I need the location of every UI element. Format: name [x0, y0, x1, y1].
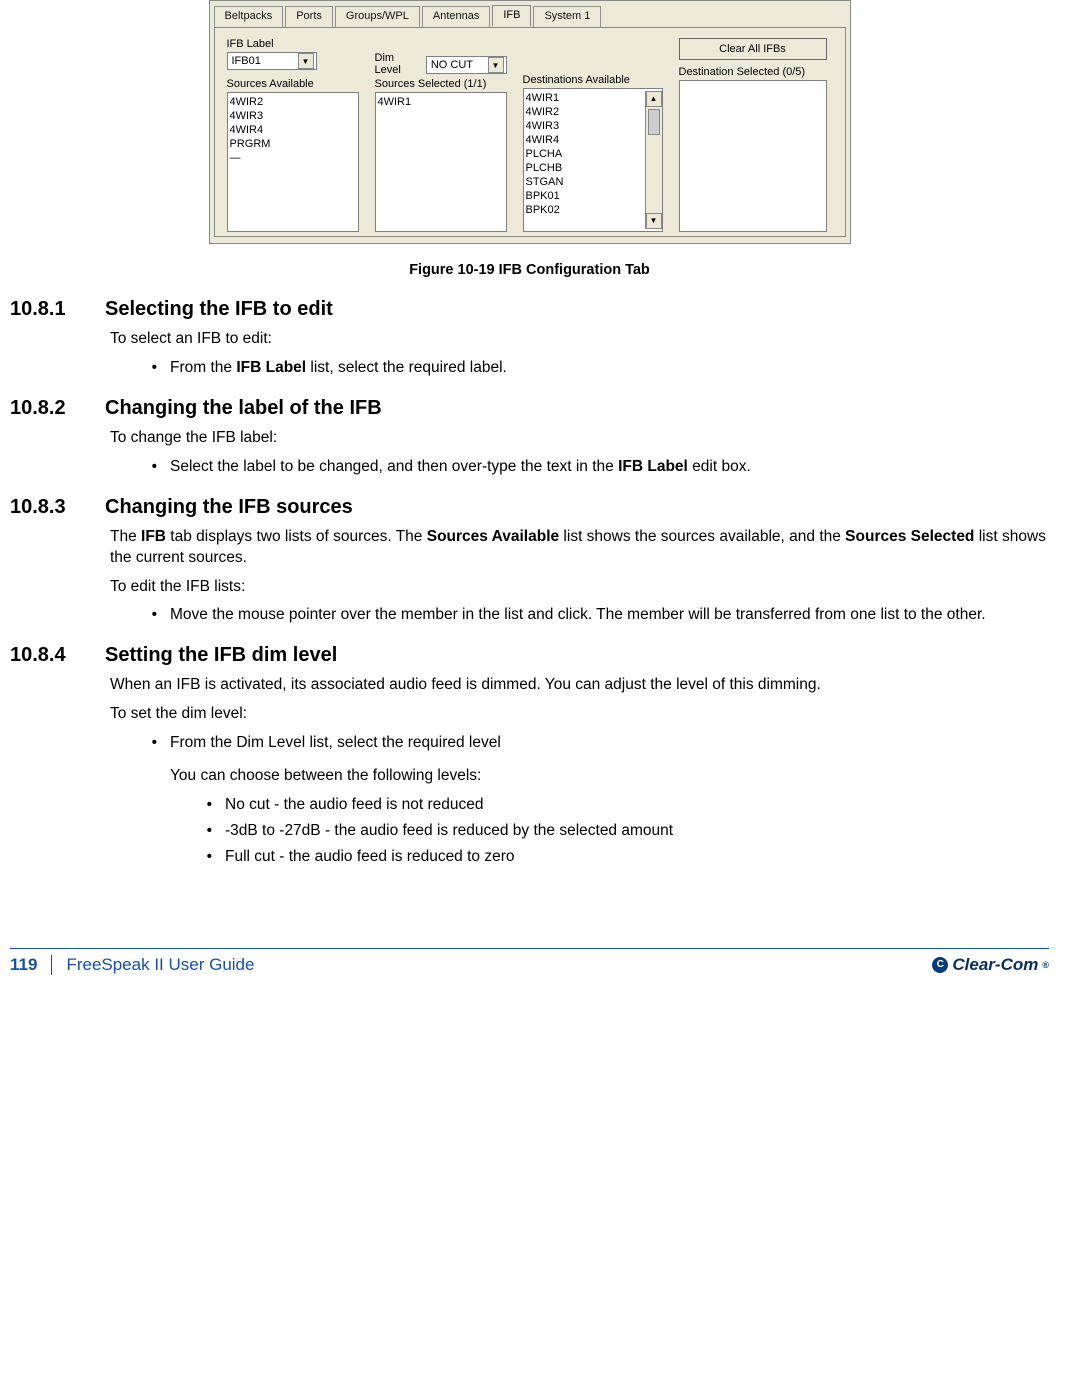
- tab-ifb[interactable]: IFB: [492, 5, 531, 27]
- list-item[interactable]: 4WIR2: [526, 105, 645, 119]
- tab-groups[interactable]: Groups/WPL: [335, 6, 420, 27]
- bullet-item: From the Dim Level list, select the requ…: [170, 733, 1049, 754]
- list-item[interactable]: PLCHA: [526, 147, 645, 161]
- chevron-down-icon[interactable]: ▼: [298, 53, 314, 69]
- section-number: 10.8.2: [10, 397, 105, 420]
- paragraph: When an IFB is activated, its associated…: [110, 675, 1049, 696]
- sources-available-list[interactable]: 4WIR2 4WIR3 4WIR4 PRGRM —: [227, 92, 359, 232]
- guide-title: FreeSpeak II User Guide: [66, 955, 254, 975]
- clear-all-ifbs-button[interactable]: Clear All IFBs: [679, 38, 827, 60]
- sources-selected-list[interactable]: 4WIR1: [375, 92, 507, 232]
- list-item[interactable]: 4WIR1: [526, 91, 645, 105]
- list-item[interactable]: STGAN: [526, 175, 645, 189]
- ifb-label-title: IFB Label: [227, 38, 359, 50]
- list-item[interactable]: BPK01: [526, 189, 645, 203]
- dim-level-value: NO CUT: [431, 59, 473, 71]
- chevron-down-icon[interactable]: ▼: [488, 57, 504, 73]
- scroll-up-icon[interactable]: ▲: [646, 91, 662, 107]
- ifb-label-value: IFB01: [232, 55, 261, 67]
- logo-icon: C: [932, 957, 948, 973]
- bullet-item: -3dB to -27dB - the audio feed is reduce…: [225, 821, 1049, 842]
- destinations-available-list[interactable]: 4WIR1 4WIR2 4WIR3 4WIR4 PLCHA PLCHB STGA…: [523, 88, 663, 232]
- list-item[interactable]: PLCHB: [526, 161, 645, 175]
- section-title: Setting the IFB dim level: [105, 644, 337, 667]
- ifb-config-dialog: Beltpacks Ports Groups/WPL Antennas IFB …: [209, 0, 851, 244]
- section-number: 10.8.1: [10, 298, 105, 321]
- bullet-item: From the IFB Label list, select the requ…: [170, 358, 1049, 379]
- section-number: 10.8.4: [10, 644, 105, 667]
- brand-logo: C Clear-Com®: [932, 955, 1049, 975]
- bullet-item: Full cut - the audio feed is reduced to …: [225, 847, 1049, 868]
- list-item[interactable]: 4WIR3: [230, 109, 356, 123]
- tab-system1[interactable]: System 1: [533, 6, 601, 27]
- destination-selected-list[interactable]: [679, 80, 827, 232]
- paragraph: To select an IFB to edit:: [110, 329, 1049, 350]
- section-title: Selecting the IFB to edit: [105, 298, 333, 321]
- tab-ports[interactable]: Ports: [285, 6, 333, 27]
- list-item[interactable]: —: [230, 151, 356, 165]
- dim-level-title: Dim Level: [375, 52, 418, 76]
- sources-selected-title: Sources Selected (1/1): [375, 78, 507, 90]
- bullet-item: Select the label to be changed, and then…: [170, 457, 1049, 478]
- paragraph: You can choose between the following lev…: [170, 766, 1049, 787]
- tab-antennas[interactable]: Antennas: [422, 6, 490, 27]
- tab-bar: Beltpacks Ports Groups/WPL Antennas IFB …: [210, 1, 850, 27]
- scroll-down-icon[interactable]: ▼: [646, 213, 662, 229]
- paragraph: To edit the IFB lists:: [110, 577, 1049, 598]
- list-item[interactable]: 4WIR4: [526, 133, 645, 147]
- destination-selected-title: Destination Selected (0/5): [679, 66, 827, 78]
- section-title: Changing the IFB sources: [105, 496, 353, 519]
- page-footer: 119 FreeSpeak II User Guide C Clear-Com®: [10, 948, 1049, 975]
- paragraph: To set the dim level:: [110, 704, 1049, 725]
- sources-available-title: Sources Available: [227, 78, 359, 90]
- list-item[interactable]: 4WIR2: [230, 95, 356, 109]
- ifb-label-combo[interactable]: IFB01 ▼: [227, 52, 317, 70]
- list-item[interactable]: BPK02: [526, 203, 645, 217]
- list-item[interactable]: 4WIR3: [526, 119, 645, 133]
- paragraph: The IFB tab displays two lists of source…: [110, 527, 1049, 569]
- scrollbar[interactable]: ▲ ▼: [645, 91, 662, 229]
- scroll-thumb[interactable]: [648, 109, 660, 135]
- list-item[interactable]: 4WIR4: [230, 123, 356, 137]
- dim-level-combo[interactable]: NO CUT ▼: [426, 56, 507, 74]
- section-title: Changing the label of the IFB: [105, 397, 382, 420]
- list-item[interactable]: 4WIR1: [378, 95, 504, 109]
- figure-caption: Figure 10-19 IFB Configuration Tab: [10, 262, 1049, 278]
- section-number: 10.8.3: [10, 496, 105, 519]
- bullet-item: Move the mouse pointer over the member i…: [170, 605, 1049, 626]
- bullet-item: No cut - the audio feed is not reduced: [225, 795, 1049, 816]
- page-number: 119: [10, 955, 52, 975]
- list-item[interactable]: PRGRM: [230, 137, 356, 151]
- paragraph: To change the IFB label:: [110, 428, 1049, 449]
- destinations-available-title: Destinations Available: [523, 74, 663, 86]
- tab-beltpacks[interactable]: Beltpacks: [214, 6, 284, 27]
